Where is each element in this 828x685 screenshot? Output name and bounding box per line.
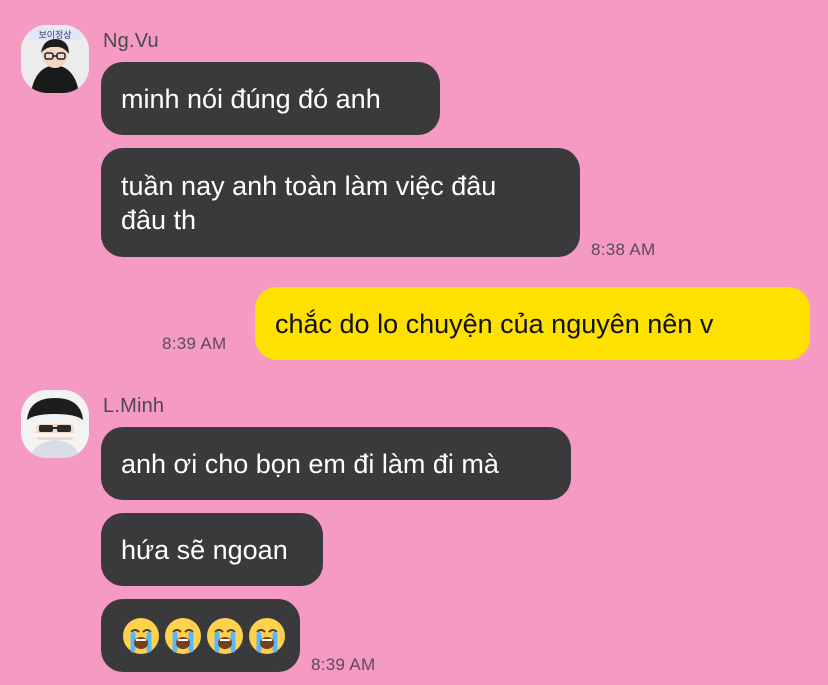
message-text: chắc do lo chuyện của nguyên nên v	[275, 308, 714, 339]
avatar-lminh[interactable]	[21, 390, 89, 458]
loudly-crying-face-icon	[249, 617, 285, 654]
message-text-line-1: tuần nay anh toàn làm việc đâu	[121, 170, 497, 201]
timestamp-lminh: 8:39 AM	[311, 655, 376, 674]
timestamp-ngvu: 8:38 AM	[591, 240, 656, 259]
emoji-row	[121, 616, 287, 656]
loudly-crying-face-icon	[165, 617, 201, 654]
message-text: anh ơi cho bọn em đi làm đi mà	[121, 448, 499, 479]
avatar-ngvu[interactable]: 보이정상	[21, 25, 89, 93]
message-bubble-me[interactable]: chắc do lo chuyện của nguyên nên v	[255, 287, 810, 360]
loudly-crying-face-icon	[207, 617, 243, 654]
message-text-line-2: đâu th	[121, 204, 197, 235]
message-text: hứa sẽ ngoan	[121, 534, 288, 565]
message-bubble-lminh-2[interactable]: hứa sẽ ngoan	[101, 513, 323, 586]
message-bubble-ngvu-1[interactable]: minh nói đúng đó anh	[101, 62, 440, 135]
message-text: minh nói đúng đó anh	[121, 83, 381, 114]
timestamp-me: 8:39 AM	[162, 334, 227, 353]
loudly-crying-face-icon	[123, 617, 159, 654]
message-bubble-lminh-emoji[interactable]	[101, 599, 300, 672]
message-bubble-lminh-1[interactable]: anh ơi cho bọn em đi làm đi mà	[101, 427, 571, 500]
message-bubble-ngvu-2[interactable]: tuần nay anh toàn làm việc đâu đâu th	[101, 148, 580, 257]
sender-name-lminh: L.Minh	[103, 395, 165, 417]
sender-name-ngvu: Ng.Vu	[103, 30, 159, 52]
